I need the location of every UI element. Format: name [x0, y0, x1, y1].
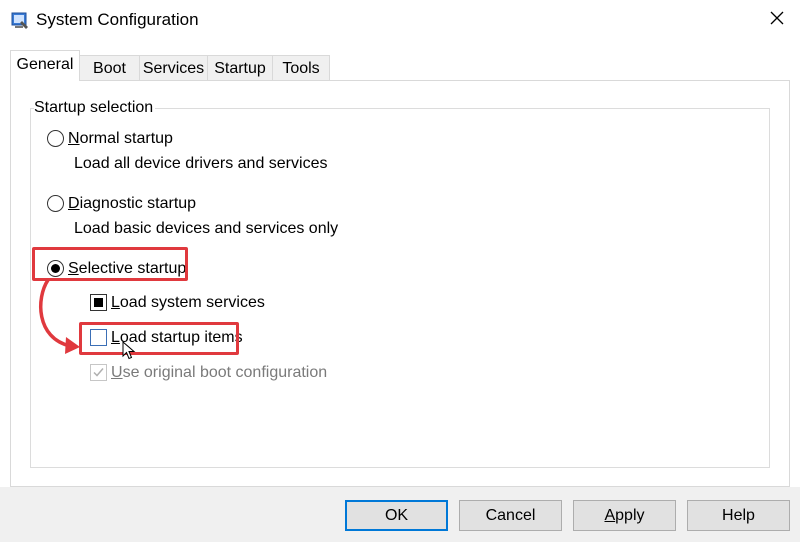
window-title: System Configuration — [36, 10, 199, 29]
diagnostic-startup-radio[interactable] — [47, 195, 64, 212]
load-system-services-label[interactable]: Load system services — [111, 294, 265, 312]
normal-startup-radio[interactable] — [47, 130, 64, 147]
diagnostic-startup-label[interactable]: Diagnostic startup — [68, 195, 196, 213]
apply-button[interactable]: Apply — [573, 500, 676, 531]
tab-general[interactable]: General — [10, 50, 80, 81]
indeterminate-mark — [94, 298, 103, 307]
load-system-services-checkbox[interactable] — [90, 294, 107, 311]
close-button[interactable] — [754, 0, 800, 40]
use-original-boot-checkbox[interactable] — [90, 364, 107, 381]
normal-startup-label[interactable]: Normal startup — [68, 130, 173, 148]
tab-services[interactable]: Services — [139, 55, 208, 80]
normal-startup-description: Load all device drivers and services — [74, 155, 328, 172]
tab-startup[interactable]: Startup — [207, 55, 273, 80]
use-original-boot-label: Use original boot configuration — [111, 364, 328, 381]
tab-boot[interactable]: Boot — [79, 55, 140, 80]
mouse-cursor-icon — [122, 340, 136, 366]
title-bar: System Configuration — [0, 0, 800, 44]
tab-tools[interactable]: Tools — [272, 55, 330, 80]
startup-selection-title: Startup selection — [34, 99, 156, 117]
dialog-footer: OK Cancel Apply Help — [0, 487, 800, 542]
load-startup-items-highlight — [79, 322, 239, 355]
cancel-button[interactable]: Cancel — [459, 500, 562, 531]
close-icon — [770, 11, 784, 30]
ok-button[interactable]: OK — [345, 500, 448, 531]
diagnostic-startup-description: Load basic devices and services only — [74, 220, 339, 237]
help-button[interactable]: Help — [687, 500, 790, 531]
tab-strip: General Boot Services Startup Tools — [10, 50, 790, 81]
annotation-arrow-icon — [30, 276, 90, 371]
msconfig-icon — [10, 11, 30, 31]
